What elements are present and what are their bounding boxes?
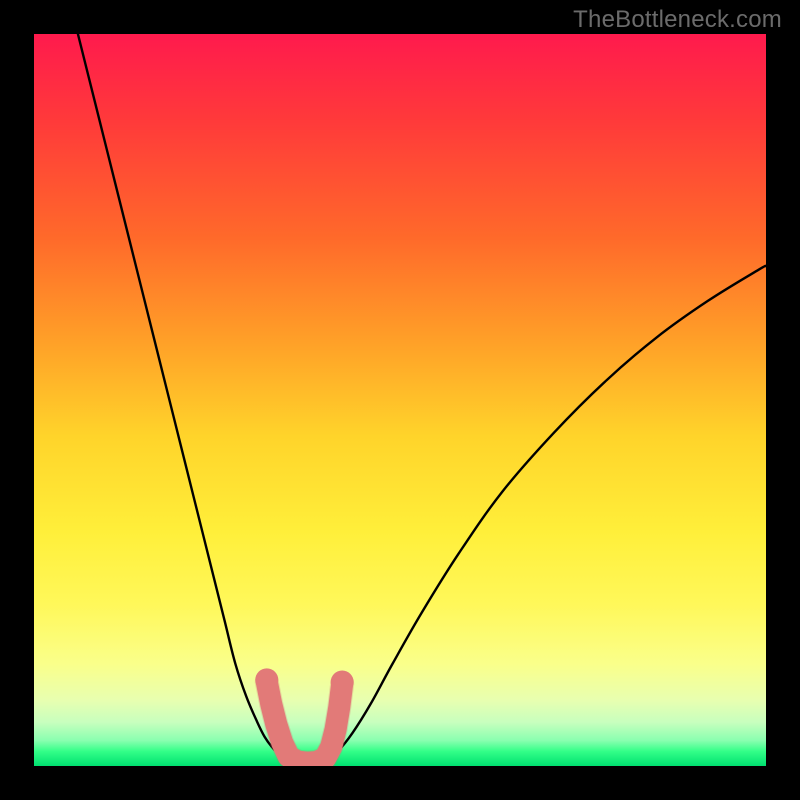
chart-svg [34,34,766,766]
valley-marker [255,668,353,762]
valley-marker-end-left [255,668,278,691]
valley-marker-end-right [331,671,354,694]
curve-left [78,34,287,760]
plot-area [34,34,766,766]
frame: TheBottleneck.com [0,0,800,800]
curve-right [327,266,766,760]
watermark-text: TheBottleneck.com [573,6,782,34]
